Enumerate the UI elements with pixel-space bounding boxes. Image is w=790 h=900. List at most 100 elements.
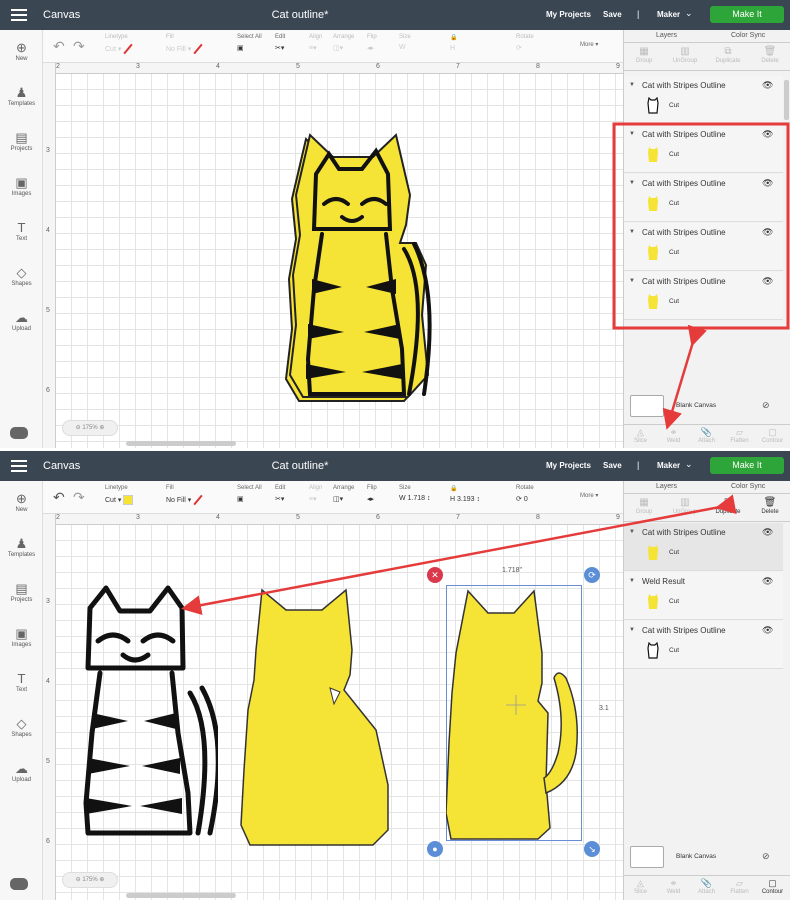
expand-triangle-icon[interactable]: ▼ [629,131,635,137]
duplicate-button[interactable]: ⧉ Duplicate [708,46,748,64]
layer-item[interactable]: ▼ Cat with Stripes Outline 👁 Cut [624,76,783,124]
save-button[interactable]: Save [603,10,622,19]
chevron-down-icon[interactable]: ⌄ [685,8,693,19]
select-all-button[interactable]: Select All ▣ [237,34,262,52]
sidebar-item-text[interactable]: T Text [0,671,43,693]
tab-color-sync[interactable]: Color Sync [731,32,765,39]
eye-icon[interactable]: 👁 [762,276,773,287]
horizontal-scrollbar[interactable] [126,441,236,446]
horizontal-scrollbar[interactable] [126,893,236,898]
redo-icon[interactable]: ↷ [73,489,85,506]
stacked-cats-artwork[interactable] [284,129,434,404]
tab-color-sync[interactable]: Color Sync [731,483,765,490]
delete-button[interactable]: 🗑 Delete [750,497,790,515]
my-projects-link[interactable]: My Projects [546,10,591,19]
sidebar-item-new[interactable]: ⊕ New [0,40,43,62]
layer-item[interactable]: ▼ Cat with Stripes Outline 👁 Cut [624,621,783,669]
weld-result-artwork[interactable] [238,580,398,850]
design-canvas[interactable]: ⊖ 175% ⊕ 1.718" 3.1 ✕ ⟳ ● ↘ [56,525,623,900]
cat-outline-artwork[interactable] [78,583,218,838]
layer-item-selected[interactable]: ▼ Cat with Stripes Outline 👁 Cut [624,523,783,571]
expand-triangle-icon[interactable]: ▼ [629,278,635,284]
fill-control[interactable]: Fill No Fill ▾ [166,485,203,505]
lock-handle-icon[interactable]: ● [427,841,443,857]
lock-icon[interactable]: 🔒 H 3.193 ↕ [450,485,480,503]
machine-select[interactable]: Maker [657,461,680,470]
eye-icon[interactable]: 👁 [762,178,773,189]
delete-button[interactable]: 🗑 Delete [750,46,790,64]
align-button[interactable]: Align ≡▾ [309,485,322,503]
expand-triangle-icon[interactable]: ▼ [629,229,635,235]
rotate-control[interactable]: Rotate ⟳ [516,34,534,52]
layers-scrollbar[interactable] [784,80,789,120]
size-height-value[interactable]: 3.193 [457,496,475,503]
selected-cat-artwork[interactable] [446,583,586,843]
sidebar-item-projects[interactable]: ▤ Projects [0,581,43,603]
rotate-handle-icon[interactable]: ⟳ [584,567,600,583]
weld-button[interactable]: ⚭ Weld [657,878,690,895]
chat-icon[interactable] [10,427,28,439]
tab-layers[interactable]: Layers [656,483,677,490]
flip-button[interactable]: Flip ◂▸ [367,34,377,52]
attach-button[interactable]: 📎 Attach [690,427,723,444]
expand-triangle-icon[interactable]: ▼ [629,180,635,186]
group-button[interactable]: ▦ Group [624,46,664,64]
ungroup-button[interactable]: ▥ UnGroup [665,46,705,64]
flatten-button[interactable]: ▱ Flatten [723,878,756,895]
sidebar-item-shapes[interactable]: ◇ Shapes [0,265,43,287]
flip-button[interactable]: Flip ◂▸ [367,485,377,503]
make-it-button[interactable]: Make It [710,457,784,474]
linetype-control[interactable]: Linetype Cut ▾ [105,34,133,54]
redo-icon[interactable]: ↷ [73,38,85,55]
group-button[interactable]: ▦ Group [624,497,664,515]
make-it-button[interactable]: Make It [710,6,784,23]
sidebar-item-text[interactable]: T Text [0,220,43,242]
flatten-button[interactable]: ▱ Flatten [723,427,756,444]
eye-hidden-icon[interactable]: ⊘ [762,400,770,411]
arrange-button[interactable]: Arrange ◫▾ [333,34,354,52]
sidebar-item-images[interactable]: ▣ Images [0,175,43,197]
zoom-control[interactable]: ⊖ 175% ⊕ [62,420,118,436]
layer-item[interactable]: ▼ Cat with Stripes Outline 👁 Cut [624,223,783,271]
size-control[interactable]: Size W 1.718 ↕ [399,485,431,502]
blank-canvas-swatch[interactable] [630,395,664,417]
expand-triangle-icon[interactable]: ▼ [629,627,635,633]
eye-icon[interactable]: 👁 [762,576,773,587]
eye-icon[interactable]: 👁 [762,227,773,238]
arrange-button[interactable]: Arrange ◫▾ [333,485,354,503]
eye-hidden-icon[interactable]: ⊘ [762,851,770,862]
contour-button[interactable]: ▢ Contour [756,427,789,444]
sidebar-item-upload[interactable]: ☁ Upload [0,761,43,783]
layer-item[interactable]: ▼ Cat with Stripes Outline 👁 Cut [624,125,783,173]
sidebar-item-templates[interactable]: ♟ Templates [0,536,43,558]
sidebar-item-templates[interactable]: ♟ Templates [0,85,43,107]
expand-triangle-icon[interactable]: ▼ [629,529,635,535]
ungroup-button[interactable]: ▥ UnGroup [665,497,705,515]
eye-icon[interactable]: 👁 [762,527,773,538]
lock-icon[interactable]: 🔒 H [450,34,457,52]
eye-icon[interactable]: 👁 [762,129,773,140]
chat-icon[interactable] [10,878,28,890]
zoom-control[interactable]: ⊖ 175% ⊕ [62,872,118,888]
slice-button[interactable]: ◬ Slice [624,427,657,444]
edit-button[interactable]: Edit ✂▾ [275,34,285,52]
size-width-value[interactable]: 1.718 [408,495,426,502]
chevron-down-icon[interactable]: ⌄ [685,459,693,470]
resize-handle-icon[interactable]: ↘ [584,841,600,857]
fill-control[interactable]: Fill No Fill ▾ [166,34,203,54]
my-projects-link[interactable]: My Projects [546,461,591,470]
slice-button[interactable]: ◬ Slice [624,878,657,895]
blank-canvas-swatch[interactable] [630,846,664,868]
expand-triangle-icon[interactable]: ▼ [629,578,635,584]
duplicate-button[interactable]: ⧉ Duplicate [708,497,748,515]
undo-icon[interactable]: ↶ [53,489,65,506]
size-control[interactable]: Size W [399,34,411,51]
save-button[interactable]: Save [603,461,622,470]
layer-item[interactable]: ▼ Cat with Stripes Outline 👁 Cut [624,174,783,222]
linetype-color-swatch[interactable] [123,495,134,505]
eye-icon[interactable]: 👁 [762,80,773,91]
sidebar-item-new[interactable]: ⊕ New [0,491,43,513]
align-button[interactable]: Align ≡▾ [309,34,322,52]
select-all-button[interactable]: Select All ▣ [237,485,262,503]
edit-button[interactable]: Edit ✂▾ [275,485,285,503]
